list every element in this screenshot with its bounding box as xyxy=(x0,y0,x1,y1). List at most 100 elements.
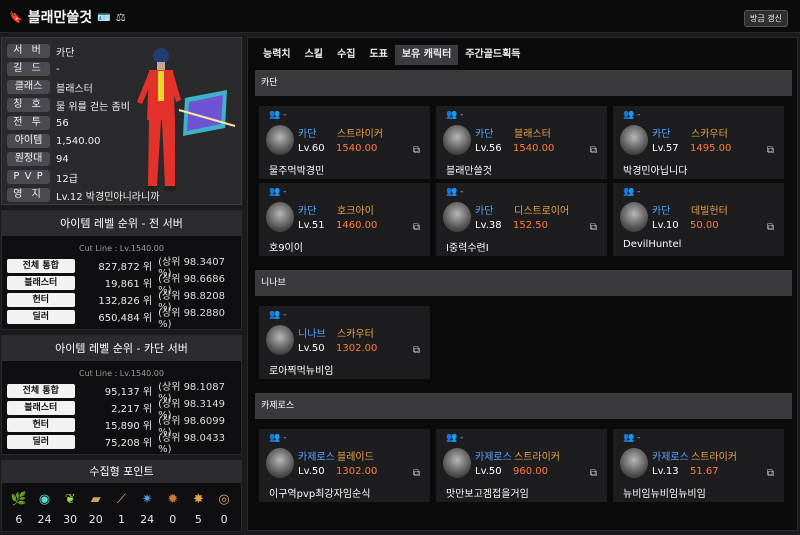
ignea-token-icon: ✷ xyxy=(141,492,153,507)
character-card[interactable]: 👥 - 카단 디스트로이어 Lv.38 152.50 ⧉ I중력수련I xyxy=(436,183,607,256)
character-server: 카제로스 xyxy=(652,452,689,463)
people-icon: 👥 xyxy=(446,110,461,120)
character-name: 물주먹박경민 xyxy=(269,166,325,177)
character-level: Lv.60 xyxy=(298,143,325,154)
character-server: 카제로스 xyxy=(298,452,335,463)
character-level: Lv.57 xyxy=(652,143,679,154)
guild-info: 👥 - xyxy=(446,187,463,197)
tab-weekly-gold[interactable]: 주간골드획득 xyxy=(458,45,527,65)
guild-name: - xyxy=(460,433,464,443)
character-card[interactable]: 👥 - 카제로스 스트라이커 Lv.13 51.67 ⧉ 뉴비임뉴비임뉴비임 xyxy=(613,429,784,502)
character-portrait xyxy=(620,202,648,232)
collection-item: ✸ 5 xyxy=(187,492,209,526)
guild-info: 👥 - xyxy=(269,310,286,320)
guild-info: 👥 - xyxy=(623,110,640,120)
character-card[interactable]: 👥 - 카단 데빌헌터 Lv.10 50.00 ⧉ DevilHuntel xyxy=(613,183,784,256)
copy-icon[interactable]: ⧉ xyxy=(590,468,597,479)
orpheus-star-icon: ✹ xyxy=(167,492,179,507)
character-name: 박경민아닙니다 xyxy=(623,166,688,177)
copy-icon[interactable]: ⧉ xyxy=(413,345,420,356)
profile-row-server: 서 버 카단 xyxy=(7,43,74,59)
guild-name: - xyxy=(637,433,641,443)
copy-icon[interactable]: ⧉ xyxy=(767,468,774,479)
character-portrait xyxy=(266,325,294,355)
character-portrait xyxy=(620,125,648,155)
character-item-level: 1302.00 xyxy=(336,343,378,354)
character-name: DevilHuntel xyxy=(623,239,682,250)
sea-bounty-icon: ◎ xyxy=(218,492,230,507)
character-portrait xyxy=(443,202,471,232)
character-server: 카제로스 xyxy=(475,452,512,463)
scale-icon[interactable]: ⚖ xyxy=(116,11,126,24)
character-level: Lv.50 xyxy=(475,466,502,477)
character-class: 데빌헌터 xyxy=(691,206,728,217)
character-header: 🔖 블래만쓸것 🪪 ⚖ xyxy=(9,7,126,27)
character-server: 카단 xyxy=(298,129,317,140)
character-card[interactable]: 👥 - 카제로스 블레이드 Lv.50 1302.00 ⧉ 이구역pvp최강자임순식 xyxy=(259,429,430,502)
character-card[interactable]: 👥 - 니나브 스카우터 Lv.50 1302.00 ⧉ 로아찍먹뉴비임 xyxy=(259,306,430,379)
profile-row-expedition: 원정대 94 xyxy=(7,151,69,167)
copy-icon[interactable]: ⧉ xyxy=(767,222,774,233)
server-header: 니나브 xyxy=(255,270,792,296)
rank-server-title: 아이템 레벨 순위 - 카단 서버 xyxy=(2,336,241,361)
character-item-level: 1540.00 xyxy=(513,143,555,154)
character-item-level: 50.00 xyxy=(690,220,719,231)
collection-count: 24 xyxy=(140,513,155,526)
character-card[interactable]: 👥 - 카단 스카우터 Lv.57 1495.00 ⧉ 박경민아닙니다 xyxy=(613,106,784,179)
people-icon: 👥 xyxy=(623,433,638,443)
collection-item: ✹ 0 xyxy=(162,492,184,526)
character-card[interactable]: 👥 - 카단 블래스터 Lv.56 1540.00 ⧉ 블래만쓸것 xyxy=(436,106,607,179)
character-item-level: 960.00 xyxy=(513,466,548,477)
copy-icon[interactable]: ⧉ xyxy=(413,222,420,233)
server-header: 카제로스 xyxy=(255,393,792,419)
character-level: Lv.56 xyxy=(475,143,502,154)
copy-icon[interactable]: ⧉ xyxy=(413,468,420,479)
server-header: 카단 xyxy=(255,70,792,96)
character-level: Lv.50 xyxy=(298,343,325,354)
character-card[interactable]: 👥 - 카단 호크아이 Lv.51 1460.00 ⧉ 호9이이 xyxy=(259,183,430,256)
guild-info: 👥 - xyxy=(269,110,286,120)
guild-name: - xyxy=(283,110,287,120)
profile-card: 서 버 카단 길 드- 클래스 블래스터 칭 호물 위를 걷는 좀비 전 투 56 아… xyxy=(1,37,242,205)
bookmark-icon[interactable]: 🔖 xyxy=(9,11,23,24)
character-level: Lv.38 xyxy=(475,220,502,231)
guild-name: - xyxy=(283,310,287,320)
main-panel: 능력치 스킬 수집 도표 보유 캐릭터 주간골드획득 👥 - 카단스트라이커 Lv.… xyxy=(247,37,798,531)
guild-name: - xyxy=(460,110,464,120)
tab-collection[interactable]: 수집 xyxy=(330,45,362,65)
character-class: 스카우터 xyxy=(337,329,374,340)
tab-owned-characters[interactable]: 보유 캐릭터 xyxy=(394,45,459,65)
art-icon: ▰ xyxy=(90,492,101,507)
id-card-icon[interactable]: 🪪 xyxy=(97,11,111,24)
collection-count: 30 xyxy=(63,513,78,526)
copy-icon[interactable]: ⧉ xyxy=(413,145,420,156)
copy-icon[interactable]: ⧉ xyxy=(767,145,774,156)
collection-count: 1 xyxy=(117,513,125,526)
rank-row: 딜러 650,484 위 (상위 98.2880 %) xyxy=(2,308,241,330)
world-tree-leaf-icon: ✸ xyxy=(192,492,204,507)
character-server: 카단 xyxy=(652,206,671,217)
profile-row-class: 클래스 블래스터 xyxy=(7,79,93,95)
collection-item: ▰ 20 xyxy=(85,492,107,526)
left-panel: 서 버 카단 길 드- 클래스 블래스터 칭 호물 위를 걷는 좀비 전 투 56 아… xyxy=(1,37,242,455)
character-class: 블래스터 xyxy=(514,129,551,140)
character-item-level: 51.67 xyxy=(690,466,719,477)
collection-count: 0 xyxy=(220,513,228,526)
character-name: 뉴비임뉴비임뉴비임 xyxy=(623,489,706,500)
guild-name: - xyxy=(637,187,641,197)
tab-bar: 능력치 스킬 수집 도표 보유 캐릭터 주간골드획득 xyxy=(256,45,528,65)
character-class: 호크아이 xyxy=(337,206,374,217)
people-icon: 👥 xyxy=(269,110,284,120)
character-level: Lv.51 xyxy=(298,220,325,231)
tab-chart[interactable]: 도표 xyxy=(362,45,394,65)
character-class: 스트라이커 xyxy=(514,452,560,463)
character-server: 카단 xyxy=(652,129,671,140)
character-card[interactable]: 👥 - 카제로스 스트라이커 Lv.50 960.00 ⧉ 맛만보고겜접을거임 xyxy=(436,429,607,502)
profile-row-guild: 길 드- xyxy=(7,61,60,77)
copy-icon[interactable]: ⧉ xyxy=(590,222,597,233)
character-card[interactable]: 👥 - 카단 스트라이커 Lv.60 1540.00 ⧉ 물주먹박경민 xyxy=(259,106,430,179)
copy-icon[interactable]: ⧉ xyxy=(590,145,597,156)
tab-stats[interactable]: 능력치 xyxy=(256,45,298,65)
renew-button[interactable]: 방금 갱신 xyxy=(744,10,788,27)
tab-skills[interactable]: 스킬 xyxy=(298,45,330,65)
